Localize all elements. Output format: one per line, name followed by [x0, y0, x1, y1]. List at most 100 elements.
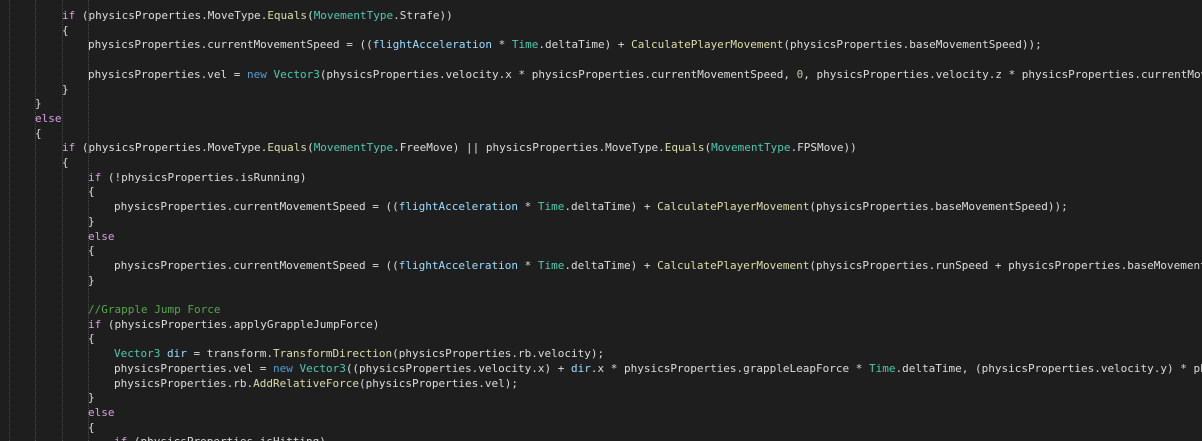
indent-guide [9, 0, 10, 441]
code-token: physicsProperties.currentMovementSpeed =… [114, 258, 399, 272]
code-line[interactable]: { [88, 420, 95, 435]
code-line[interactable]: physicsProperties.currentMovementSpeed =… [88, 37, 1042, 52]
code-token: { [62, 156, 69, 169]
code-token: . [658, 141, 665, 155]
code-line[interactable]: } [88, 390, 95, 405]
code-line[interactable]: if (physicsProperties.isHitting) [114, 434, 326, 441]
code-token: .deltaTime, (physicsProperties.velocity.… [895, 361, 1202, 375]
code-token: Vector3 [299, 361, 346, 375]
code-token: flightAcceleration [398, 200, 518, 214]
code-token: .deltaTime) + [538, 38, 632, 52]
code-line[interactable]: physicsProperties.currentMovementSpeed =… [114, 258, 1202, 273]
code-token: .FreeMove) || physicsProperties. [393, 141, 606, 155]
code-token: CalculatePlayerMovement [657, 258, 810, 272]
code-token: (!physicsProperties.isRunning) [101, 170, 307, 184]
code-token: , physicsProperties.velocity.z * physics… [803, 67, 1202, 81]
code-token: (physicsProperties. [75, 141, 208, 155]
code-token: } [88, 273, 95, 287]
code-token: } [35, 97, 42, 111]
code-token: //Grapple Jump Force [88, 303, 221, 316]
code-token: (physicsProperties.vel); [359, 376, 518, 390]
code-token: (physicsProperties.velocity.x * physicsP… [319, 67, 797, 81]
code-line[interactable]: physicsProperties.rb.AddRelativeForce(ph… [114, 376, 518, 391]
code-line[interactable]: if (physicsProperties.MoveType.Equals(Mo… [62, 140, 857, 155]
code-line[interactable]: physicsProperties.currentMovementSpeed =… [114, 199, 1068, 214]
code-line[interactable]: else [88, 229, 115, 244]
code-token: (physicsProperties.baseMovementSpeed)); [809, 200, 1068, 214]
code-token: { [35, 126, 42, 140]
code-line[interactable]: if (!physicsProperties.isRunning) [88, 170, 307, 185]
code-token: MoveType [207, 141, 261, 155]
code-token: dir [166, 347, 187, 361]
code-token: Equals [267, 141, 308, 155]
code-token: TransformDirection [272, 347, 393, 361]
code-token: physicsProperties.currentMovementSpeed =… [114, 200, 399, 214]
code-token: Time [511, 38, 539, 52]
code-token: (physicsProperties.baseMovementSpeed)); [783, 38, 1042, 52]
code-line[interactable]: Vector3 dir = transform.TransformDirecti… [114, 346, 604, 361]
code-token: Equals [664, 141, 705, 155]
indent-guide [35, 0, 36, 441]
indent-guide [62, 0, 63, 441]
code-token: } [88, 391, 95, 405]
code-token: else [88, 229, 115, 243]
code-token: * [492, 38, 512, 52]
code-token: MovementType [313, 9, 394, 22]
code-token: physicsProperties.vel = [88, 67, 247, 81]
code-token: Strafe [399, 9, 440, 22]
code-token: .x * physicsProperties.grappleLeapForce … [590, 361, 870, 375]
code-token: Time [869, 361, 896, 375]
code-line[interactable]: { [62, 155, 69, 170]
code-line[interactable]: if (physicsProperties.applyGrappleJumpFo… [88, 317, 379, 332]
code-token: CalculatePlayerMovement [631, 38, 784, 52]
code-token: ( [307, 9, 314, 22]
code-line[interactable]: if (physicsProperties.MoveType.Equals(Mo… [62, 8, 453, 23]
code-token: } [88, 214, 95, 228]
code-token: { [88, 244, 95, 258]
code-line[interactable]: else [88, 405, 115, 420]
code-token: physicsProperties.rb. [114, 376, 254, 390]
code-token: physicsProperties.currentMovementSpeed =… [88, 38, 373, 52]
code-line[interactable]: } [35, 96, 42, 111]
code-line[interactable]: { [62, 23, 69, 38]
code-token: * [518, 258, 538, 272]
code-token: Equals [267, 9, 308, 22]
code-line[interactable]: physicsProperties.vel = new Vector3(phys… [88, 67, 1202, 82]
code-line[interactable]: physicsProperties.vel = new Vector3((phy… [114, 361, 1202, 376]
code-line[interactable]: } [88, 214, 95, 229]
code-token: if [62, 141, 76, 155]
code-token: flightAcceleration [372, 38, 492, 52]
code-token: CalculatePlayerMovement [657, 200, 810, 214]
code-token: } [62, 82, 69, 96]
code-editor[interactable]: if (physicsProperties.MoveType.Equals(Mo… [0, 0, 1202, 441]
code-token: (physicsProperties.isHitting) [127, 435, 326, 441]
code-token: MovementType [711, 141, 791, 155]
code-token: )) [439, 9, 453, 22]
code-token: (physicsProperties.applyGrappleJumpForce… [101, 317, 380, 331]
code-token: (physicsProperties.rb.velocity); [392, 347, 605, 361]
code-token: MovementType [313, 141, 394, 155]
code-token: Time [537, 258, 565, 272]
code-token: MoveType [207, 9, 261, 22]
code-line[interactable]: //Grapple Jump Force [88, 302, 220, 317]
code-token: .deltaTime) + [564, 200, 658, 214]
code-line[interactable]: { [35, 126, 42, 141]
code-line[interactable]: { [88, 331, 95, 346]
code-line[interactable]: { [88, 243, 95, 258]
code-token: ((physicsProperties.velocity.x) + [345, 361, 571, 375]
code-token: { [88, 420, 95, 434]
code-token: new [272, 361, 293, 375]
code-line[interactable]: else [35, 111, 62, 126]
code-token: flightAcceleration [398, 258, 518, 272]
code-token: { [62, 23, 69, 37]
code-line[interactable]: } [62, 82, 69, 97]
code-line[interactable]: } [88, 273, 95, 288]
code-token: if [114, 435, 127, 441]
code-token: (physicsProperties. [75, 9, 208, 22]
code-token: .FPSMove)) [790, 141, 857, 155]
code-token: new [246, 67, 267, 81]
code-line[interactable]: { [88, 184, 95, 199]
code-token: { [88, 185, 95, 199]
code-token: * [518, 200, 538, 214]
